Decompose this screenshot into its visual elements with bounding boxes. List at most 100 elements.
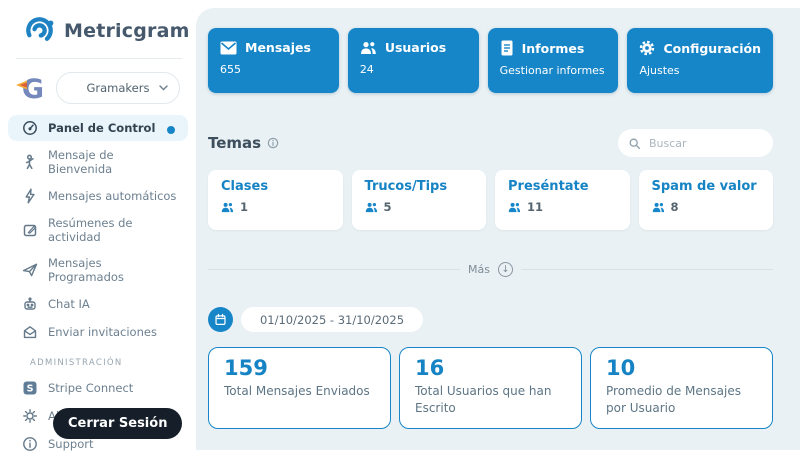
sidebar-item-label: Panel de Control — [48, 121, 155, 135]
sidebar-item-mensajes-programados[interactable]: Mensajes Programados — [8, 251, 188, 289]
stat-label: Promedio de Mensajes por Usuario — [606, 383, 757, 418]
stat-value: 10 — [606, 356, 757, 380]
users-icon — [508, 202, 521, 213]
users-icon — [221, 202, 234, 213]
temas-header-row: Temas — [208, 129, 773, 157]
topics-row: Clases 1 Trucos/Tips 5 Preséntate 11 Spa… — [208, 170, 773, 230]
account-avatar: G — [14, 71, 48, 105]
card-usuarios[interactable]: Usuarios 24 — [348, 28, 479, 93]
gauge-icon — [22, 120, 38, 136]
topic-card-presentate[interactable]: Preséntate 11 — [495, 170, 630, 230]
search-icon — [628, 137, 641, 150]
date-range-picker[interactable]: 01/10/2025 - 31/10/2025 — [241, 307, 423, 332]
sidebar-item-label: Chat IA — [48, 297, 90, 311]
lightning-icon — [22, 188, 38, 204]
more-divider: Más ↓ — [208, 262, 773, 277]
topic-card-trucos-tips[interactable]: Trucos/Tips 5 — [352, 170, 487, 230]
card-title: Usuarios — [385, 40, 446, 55]
card-value: 655 — [220, 63, 327, 76]
paper-plane-icon — [22, 262, 38, 278]
sidebar-item-label: Stripe Connect — [48, 381, 133, 395]
topic-card-clases[interactable]: Clases 1 — [208, 170, 343, 230]
sidebar-item-mensajes-automaticos[interactable]: Mensajes automáticos — [8, 183, 188, 209]
sidebar-item-chat-ia[interactable]: Chat IA — [8, 291, 188, 317]
sidebar-item-panel-de-control[interactable]: Panel de Control — [8, 115, 188, 141]
envelope-icon — [220, 41, 237, 55]
sidebar-item-enviar-invitaciones[interactable]: Enviar invitaciones — [8, 319, 188, 345]
sidebar-item-mensaje-de-bienvenida[interactable]: Mensaje de Bienvenida — [8, 143, 188, 181]
account-selector-row: G Gramakers — [0, 59, 196, 113]
sidebar-item-label: Mensajes Programados — [48, 256, 180, 284]
pencil-square-icon — [22, 222, 38, 238]
stat-value: 159 — [224, 356, 375, 380]
topic-count-value: 5 — [384, 200, 392, 214]
date-range-row: 01/10/2025 - 31/10/2025 — [208, 307, 773, 332]
topic-title: Trucos/Tips — [365, 179, 474, 194]
gear-icon — [639, 40, 655, 56]
account-name: Gramakers — [87, 81, 150, 95]
card-mensajes[interactable]: Mensajes 655 — [208, 28, 339, 93]
divider-line — [521, 269, 773, 270]
sidebar-item-label: Resúmenes de actividad — [48, 216, 180, 244]
report-icon — [500, 40, 514, 56]
more-label[interactable]: Más — [468, 263, 490, 276]
sidebar: Metricgram G Gramakers Panel de Control — [0, 0, 196, 450]
sidebar-item-label: Support — [48, 437, 93, 451]
sidebar-nav: Panel de Control Mensaje de Bienvenida M… — [0, 113, 196, 457]
sidebar-item-label: Mensaje de Bienvenida — [48, 148, 180, 176]
svg-text:G: G — [22, 74, 44, 105]
stat-card-promedio-mensajes: 10 Promedio de Mensajes por Usuario — [590, 347, 773, 429]
section-title: Temas — [208, 134, 261, 152]
brand-name: Metricgram — [64, 20, 190, 42]
users-icon — [360, 41, 377, 55]
topic-count-value: 11 — [527, 200, 543, 214]
stripe-icon: S — [22, 380, 38, 396]
envelope-open-icon — [22, 324, 38, 340]
chevron-down-icon — [159, 85, 168, 91]
svg-text:S: S — [27, 384, 34, 395]
topic-title: Preséntate — [508, 179, 617, 194]
person-wave-icon — [22, 154, 38, 170]
account-dropdown[interactable]: Gramakers — [56, 72, 180, 104]
admin-section-label: ADMINISTRACIÓN — [30, 358, 188, 368]
info-icon — [267, 137, 279, 149]
sidebar-item-label: Mensajes automáticos — [48, 189, 176, 203]
users-icon — [365, 202, 378, 213]
metricgram-logo-icon — [24, 15, 55, 46]
card-title: Mensajes — [245, 40, 311, 55]
search-input[interactable] — [647, 136, 763, 151]
card-informes[interactable]: Informes Gestionar informes — [488, 28, 619, 93]
sidebar-item-label: Enviar invitaciones — [48, 325, 157, 339]
stat-value: 16 — [415, 356, 566, 380]
gear-icon — [22, 408, 38, 424]
topic-count-value: 8 — [671, 200, 679, 214]
stat-card-total-usuarios: 16 Total Usuarios que han Escrito — [399, 347, 582, 429]
card-subtitle: Ajustes — [639, 64, 761, 77]
stat-label: Total Mensajes Enviados — [224, 383, 375, 400]
sidebar-item-resumenes-de-actividad[interactable]: Resúmenes de actividad — [8, 211, 188, 249]
quick-cards-row: Mensajes 655 Usuarios 24 Informes Gestio… — [208, 28, 773, 93]
card-configuracion[interactable]: Configuración Ajustes — [627, 28, 773, 93]
topic-title: Clases — [221, 179, 330, 194]
card-subtitle: Gestionar informes — [500, 64, 607, 77]
divider-line — [208, 269, 460, 270]
topic-title: Spam de valor — [652, 179, 761, 194]
sidebar-item-stripe-connect[interactable]: S Stripe Connect — [8, 375, 188, 401]
calendar-button[interactable] — [208, 307, 233, 332]
brand-header: Metricgram — [0, 0, 196, 58]
logout-button[interactable]: Cerrar Sesión — [53, 408, 182, 439]
card-title: Configuración — [663, 41, 761, 56]
main-content: Mensajes 655 Usuarios 24 Informes Gestio… — [196, 8, 800, 450]
chevron-down-circle-icon[interactable]: ↓ — [498, 262, 513, 277]
card-value: 24 — [360, 63, 467, 76]
stats-row: 159 Total Mensajes Enviados 16 Total Usu… — [208, 347, 773, 429]
card-title: Informes — [522, 41, 585, 56]
active-indicator-dot — [167, 126, 175, 134]
stat-card-total-mensajes: 159 Total Mensajes Enviados — [208, 347, 391, 429]
stat-label: Total Usuarios que han Escrito — [415, 383, 566, 418]
topic-card-spam-de-valor[interactable]: Spam de valor 8 — [639, 170, 774, 230]
calendar-icon — [214, 313, 227, 326]
topic-count-value: 1 — [240, 200, 248, 214]
search-box[interactable] — [618, 129, 773, 157]
robot-icon — [22, 296, 38, 312]
